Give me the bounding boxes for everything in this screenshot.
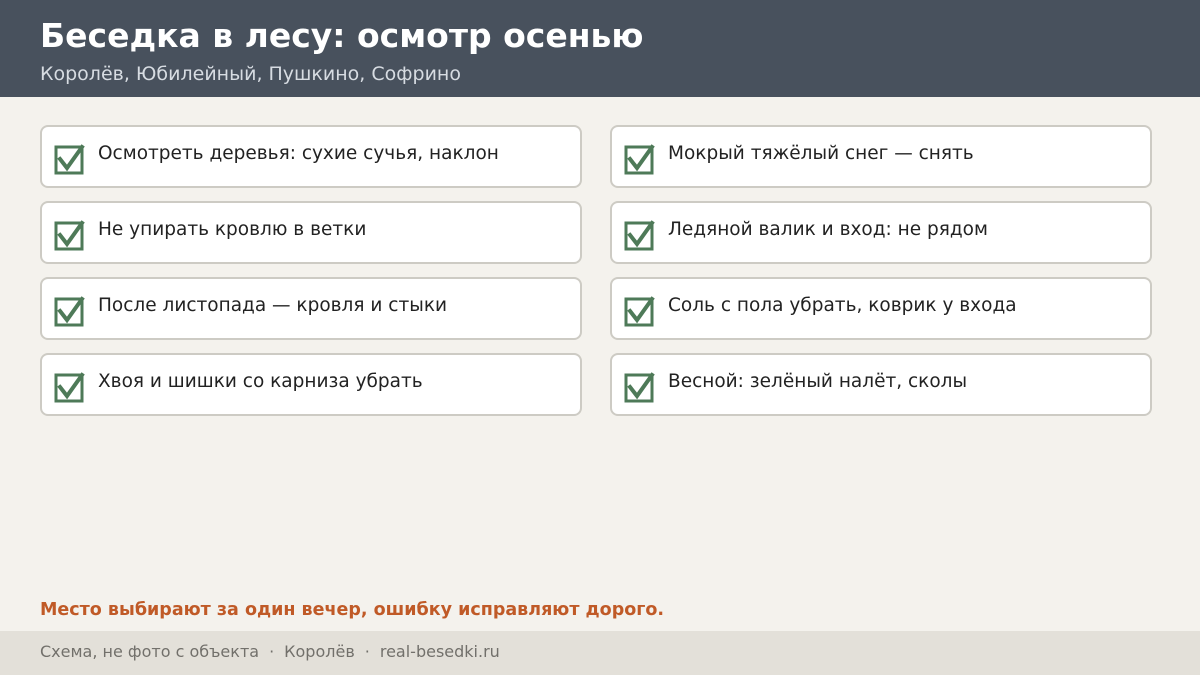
- checklist-item: После листопада — кровля и стыки: [40, 277, 582, 340]
- checklist-item: Соль с пола убрать, коврик у входа: [610, 277, 1152, 340]
- checkbox-checked-icon[interactable]: [624, 371, 656, 403]
- checkbox-checked-icon[interactable]: [54, 295, 86, 327]
- checkbox-checked-icon[interactable]: [54, 143, 86, 175]
- footer-separator: ·: [269, 642, 275, 661]
- checklist-item: Осмотреть деревья: сухие сучья, наклон: [40, 125, 582, 188]
- checklist-item-text: Весной: зелёный налёт, сколы: [668, 371, 968, 392]
- page-subtitle: Королёв, Юбилейный, Пушкино, Софрино: [40, 63, 461, 85]
- checklist-item-text: Соль с пола убрать, коврик у входа: [668, 295, 1017, 316]
- checklist-item-text: Хвоя и шишки со карниза убрать: [98, 371, 423, 392]
- checklist-item: Не упирать кровлю в ветки: [40, 201, 582, 264]
- checkbox-checked-icon[interactable]: [624, 295, 656, 327]
- checkbox-checked-icon[interactable]: [624, 143, 656, 175]
- checklist-item-text: Осмотреть деревья: сухие сучья, наклон: [98, 143, 499, 164]
- header-bar: Беседка в лесу: осмотр осенью Королёв, Ю…: [0, 0, 1200, 97]
- checkbox-checked-icon[interactable]: [54, 219, 86, 251]
- checklist-item: Мокрый тяжёлый снег — снять: [610, 125, 1152, 188]
- checklist-item: Весной: зелёный налёт, сколы: [610, 353, 1152, 416]
- footer-line: Схема, не фото с объекта · Королёв · real-be…: [40, 641, 500, 663]
- footer-separator: ·: [364, 642, 370, 661]
- checklist-item: Ледяной валик и вход: не рядом: [610, 201, 1152, 264]
- checklist-item-text: Не упирать кровлю в ветки: [98, 219, 367, 240]
- warning-note: Место выбирают за один вечер, ошибку исп…: [40, 600, 665, 620]
- checklist-item-text: Мокрый тяжёлый снег — снять: [668, 143, 974, 164]
- checkbox-checked-icon[interactable]: [54, 371, 86, 403]
- checklist-item: Хвоя и шишки со карниза убрать: [40, 353, 582, 416]
- checklist-item-text: Ледяной валик и вход: не рядом: [668, 219, 988, 240]
- page-title: Беседка в лесу: осмотр осенью: [40, 16, 644, 55]
- checklist-item-text: После листопада — кровля и стыки: [98, 295, 448, 316]
- footer-note: Схема, не фото с объекта: [40, 642, 260, 661]
- footer-site-link[interactable]: real-besedki.ru: [380, 642, 500, 661]
- checkbox-checked-icon[interactable]: [624, 219, 656, 251]
- footer-bar: Схема, не фото с объекта · Королёв · real-be…: [0, 631, 1200, 675]
- footer-city: Королёв: [284, 642, 355, 661]
